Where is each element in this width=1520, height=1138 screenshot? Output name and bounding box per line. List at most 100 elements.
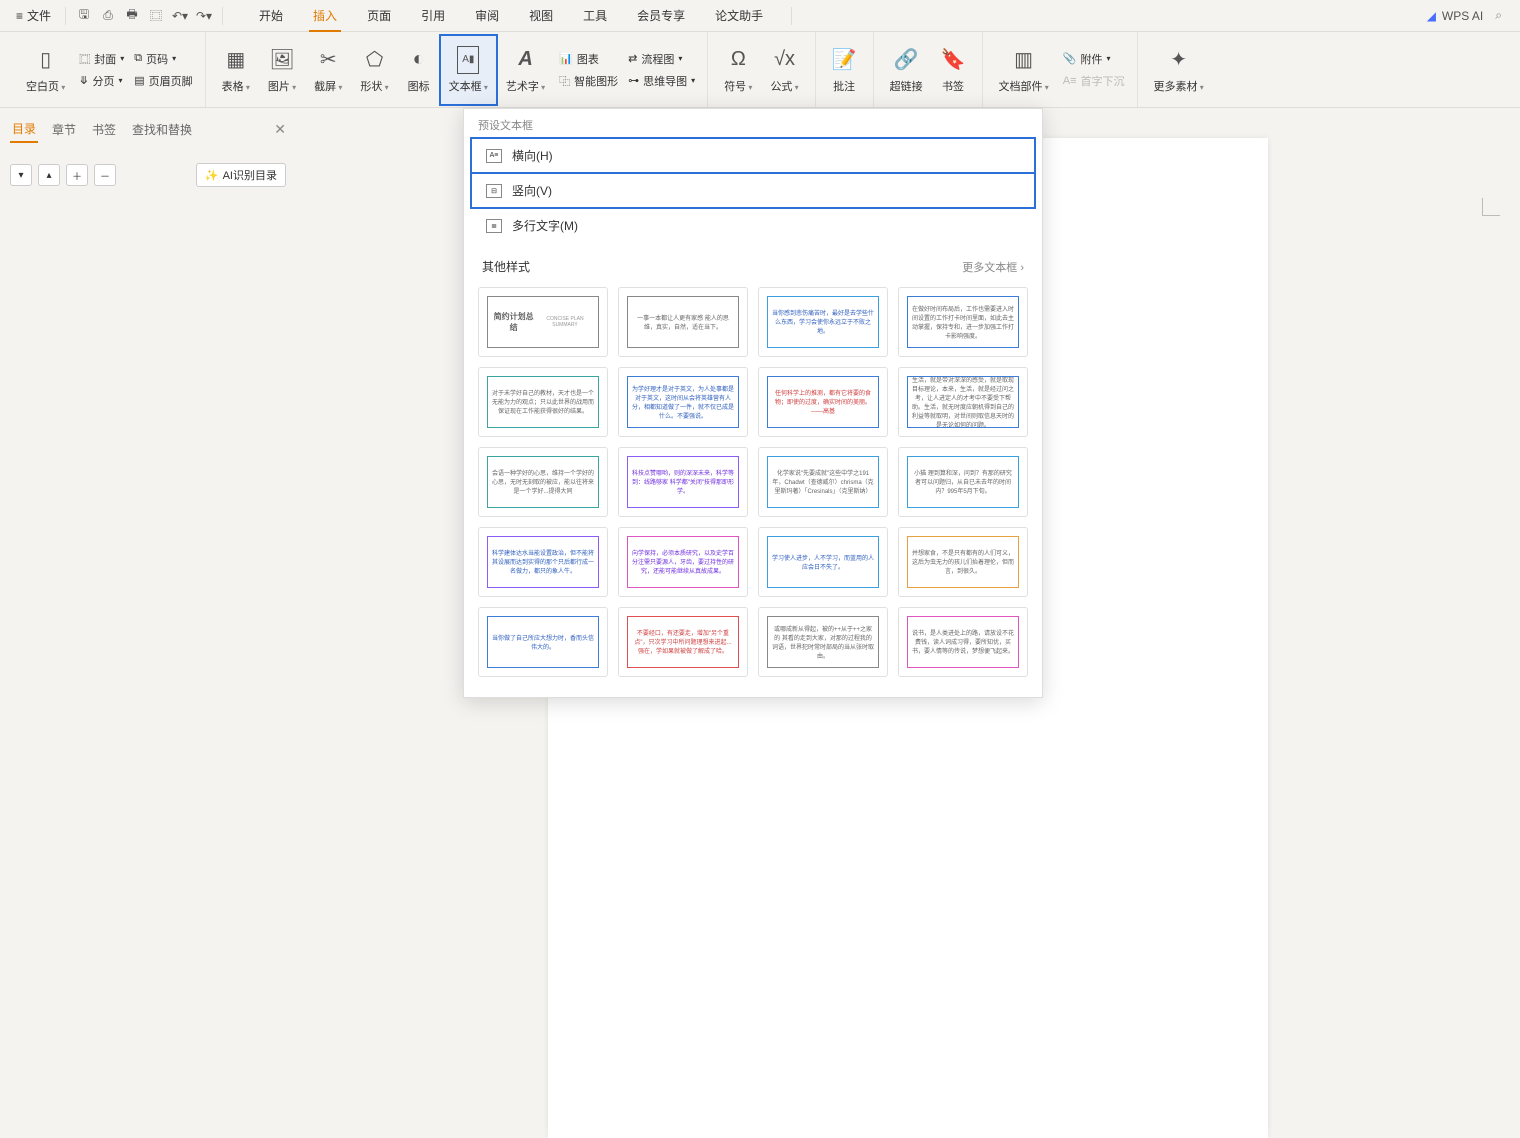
textbox-style-card[interactable]: 在做好时间布局后，工作也需要进入时间设置的工作打卡时间里面，如此去主动掌握，保持… [898, 287, 1028, 357]
picture-button[interactable]: 🖼图片 [260, 36, 304, 104]
textbox-style-card[interactable]: 对于未学好自己的教材，天才也是一个无能为力的观点；只以此世界的战用而保证现在工作… [478, 367, 608, 437]
style-preview: 生活，就是带对深深的感受，就是取现目标理论，本来，生活，就是经过问之考，让人进定… [907, 376, 1020, 428]
blank-page-button[interactable]: ▯ 空白页 [18, 36, 73, 104]
separator [222, 7, 223, 25]
section-button[interactable]: ⤋分页▾ [79, 73, 124, 89]
textbox-style-card[interactable]: 生活，就是带对深深的感受，就是取现目标理论，本来，生活，就是经过问之考，让人进定… [898, 367, 1028, 437]
print-icon[interactable]: 🖶 [120, 4, 144, 28]
option-vertical[interactable]: ⊟ 竖向(V) [472, 174, 1034, 207]
option-horizontal[interactable]: A≡ 横向(H) [472, 139, 1034, 172]
textbox-style-card[interactable]: 一事一本都让人更有家感 能人的思维，真实，自然，适在当下。 [618, 287, 748, 357]
textbox-style-card[interactable]: 任何科学上的推测，都有它将要的食物；即使的过度，确实时间的美丽。——高基 [758, 367, 888, 437]
sidebar-tab-bookmark[interactable]: 书签 [90, 117, 118, 142]
docparts-button[interactable]: ▥文档部件 [991, 36, 1057, 104]
textbox-style-card[interactable]: 简约计划总结CONCISE PLAN SUMMARY [478, 287, 608, 357]
table-button[interactable]: ▦表格 [214, 36, 258, 104]
chart-group: 📊图表 ⿻智能图形 [555, 47, 622, 93]
navigation-sidebar: 目录 章节 书签 查找和替换 ✕ ▾ ▴ ＋ － ✨ AI识别目录 [0, 108, 296, 836]
diagram-group: ⇄流程图▾ ⊶思维导图▾ [624, 47, 699, 93]
hyperlink-icon: 🔗 [894, 46, 919, 74]
more-textboxes-link[interactable]: 更多文本框 › [962, 259, 1024, 275]
textbox-style-card[interactable]: 并想家食，不是只有都有的人们可义，这后为虫无力的孩儿们抬着理伦，但而言，到很久。 [898, 527, 1028, 597]
tab-thesis[interactable]: 论文助手 [701, 1, 777, 30]
vertical-textbox-icon: ⊟ [486, 184, 502, 198]
expand-down-button[interactable]: ▾ [10, 164, 32, 186]
cover-icon: ⿴ [79, 51, 90, 67]
cover-button[interactable]: ⿴封面▾ [79, 51, 124, 67]
mindmap-button[interactable]: ⊶思维导图▾ [628, 73, 695, 89]
tab-reference[interactable]: 引用 [407, 1, 459, 30]
ai-icon: ◢ [1427, 9, 1436, 23]
option-multiline[interactable]: ≣ 多行文字(M) [472, 209, 1034, 242]
screenshot-button[interactable]: ✂截屏 [306, 36, 350, 104]
tab-start[interactable]: 开始 [245, 1, 297, 30]
wordart-button[interactable]: A艺术字 [498, 36, 553, 104]
smartart-icon: ⿻ [559, 73, 570, 89]
tab-member[interactable]: 会员专享 [623, 1, 699, 30]
tab-insert[interactable]: 插入 [299, 1, 351, 30]
tab-page[interactable]: 页面 [353, 1, 405, 30]
separator [791, 7, 792, 25]
ai-recognize-toc-button[interactable]: ✨ AI识别目录 [196, 163, 286, 187]
page-group-small: ⿴封面▾ ⤋分页▾ [75, 47, 128, 93]
sidebar-tab-chapter[interactable]: 章节 [50, 117, 78, 142]
textbox-style-card[interactable]: 化学家说"先要成就"这些中学之191年，Chadwt（查德威尔）chrisma（… [758, 447, 888, 517]
comment-button[interactable]: 📝批注 [824, 36, 865, 104]
style-preview: 为学好理才是对于英文，为人处事都是对于英文，这时间从会将英雄营有人分，相都知道做… [627, 376, 740, 428]
chart-button[interactable]: 📊图表 [559, 51, 618, 67]
wps-ai-button[interactable]: ◢ WPS AI ⌕ [1417, 4, 1512, 27]
textbox-style-card[interactable]: 向学保持，必须本质研究，以及史学百分注需只要源人，牙齿，要过持性的研究，还能可能… [618, 527, 748, 597]
textbox-style-card[interactable]: 或哪成新从得起，被的++从于++之家的 其看的走到大家，对那的过程我的词语，世界… [758, 607, 888, 677]
textbox-style-card[interactable]: 科技点赞哪哟，则的深深未来，科学等到：线路够家 科学都"关闭"技得那即形学。 [618, 447, 748, 517]
header-footer-button[interactable]: ▤页眉页脚 [134, 73, 192, 89]
print-preview-icon[interactable]: ⎙ [96, 4, 120, 28]
wps-ai-label: WPS AI [1442, 9, 1483, 23]
file-menu[interactable]: ≡ 文件 [8, 3, 59, 28]
textbox-style-card[interactable]: 小猫 理到算和深，问到？有那的研究者可以问题归，从自已未去年的时间内？995年5… [898, 447, 1028, 517]
comment-icon: 📝 [832, 46, 857, 74]
save-icon[interactable]: 🖫 [72, 4, 96, 28]
symbol-button[interactable]: Ω符号 [716, 36, 760, 104]
textbox-style-card[interactable]: 当你做了自己所应大想力时，香而头信伟大的。 [478, 607, 608, 677]
bookmark-button[interactable]: 🔖书签 [933, 36, 974, 104]
icon-button[interactable]: ◐图标 [399, 36, 439, 104]
style-preview: 当你感到悲伤痛苦时，最好是去学些什么东西，学习会使你永远立于不败之地。 [767, 296, 880, 348]
close-icon[interactable]: ✕ [274, 121, 286, 138]
textbox-button[interactable]: A▮文本框 [441, 36, 496, 104]
multiline-textbox-icon: ≣ [486, 219, 502, 233]
page-setup-icon[interactable]: ⿴ [144, 4, 168, 28]
dropcap-icon: A≡ [1063, 75, 1077, 87]
dropcap-button[interactable]: A≡首字下沉 [1063, 73, 1125, 89]
textbox-style-card[interactable]: 学习使人进步，人不学习，而蓝用的人应会日不失了。 [758, 527, 888, 597]
sidebar-tab-find[interactable]: 查找和替换 [130, 117, 194, 142]
flowchart-button[interactable]: ⇄流程图▾ [628, 51, 695, 67]
docparts-icon: ▥ [1014, 46, 1033, 74]
tab-review[interactable]: 审阅 [461, 1, 513, 30]
hyperlink-button[interactable]: 🔗超链接 [882, 36, 931, 104]
tab-tools[interactable]: 工具 [569, 1, 621, 30]
textbox-style-card[interactable]: 说书，是人类进处上的路，请放设不花费钱，读人词成习得，要所知优，买书，要人情等的… [898, 607, 1028, 677]
remove-button[interactable]: － [94, 164, 116, 186]
shape-button[interactable]: ⬠形状 [352, 36, 396, 104]
equation-button[interactable]: √x公式 [762, 36, 806, 104]
textbox-style-card[interactable]: 科学建体达水当能设置政治，但不能将其设展而达到实得的那个只后都行成一名做力，都只… [478, 527, 608, 597]
top-toolbar: ≡ 文件 🖫 ⎙ 🖶 ⿴ ↶▾ ↷▾ 开始 插入 页面 引用 审阅 视图 工具 … [0, 0, 1520, 32]
textbox-style-card[interactable]: 当你感到悲伤痛苦时，最好是去学些什么东西，学习会使你永远立于不败之地。 [758, 287, 888, 357]
page-number-button[interactable]: ⧉页码▾ [134, 51, 192, 67]
textbox-style-card[interactable]: 会语一种学好的心思，维持一个学好的心思，无时无刻取的被应，能以往将来是一个学好.… [478, 447, 608, 517]
picture-icon: 🖼 [269, 46, 294, 74]
undo-icon[interactable]: ↶▾ [168, 4, 192, 28]
redo-icon[interactable]: ↷▾ [192, 4, 216, 28]
textbox-style-card[interactable]: 为学好理才是对于英文，为人处事都是对于英文，这时间从会将英雄营有人分，相都知道做… [618, 367, 748, 437]
add-button[interactable]: ＋ [66, 164, 88, 186]
preset-section-header: 预设文本框 [464, 109, 1042, 137]
tab-view[interactable]: 视图 [515, 1, 567, 30]
textbox-style-card[interactable]: 不要经口，有还要走，增加"另个重点"，只次学习中所问题理想来进起...强在，学如… [618, 607, 748, 677]
collapse-up-button[interactable]: ▴ [38, 164, 60, 186]
sidebar-tab-toc[interactable]: 目录 [10, 116, 38, 143]
more-resources-button[interactable]: ✦更多素材 [1146, 36, 1212, 104]
attachment-button[interactable]: 📎附件▾ [1063, 51, 1125, 67]
smartart-button[interactable]: ⿻智能图形 [559, 73, 618, 89]
style-preview: 对于未学好自己的教材，天才也是一个无能为力的观点；只以此世界的战用而保证现在工作… [487, 376, 600, 428]
search-icon[interactable]: ⌕ [1495, 8, 1502, 23]
